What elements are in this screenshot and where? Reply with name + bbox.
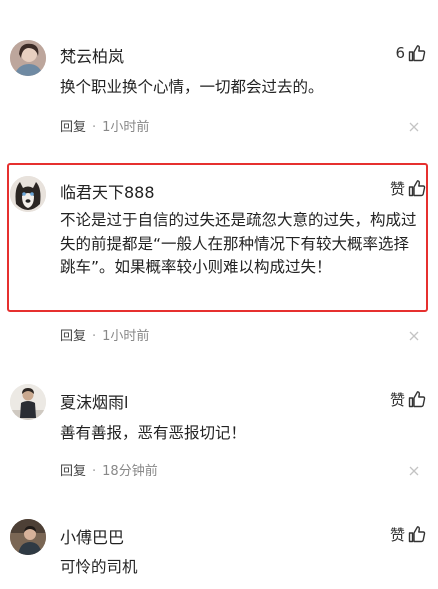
like-button[interactable]: 6 (395, 42, 426, 64)
username[interactable]: 梵云柏岚 (60, 43, 124, 67)
like-label: 赞 (389, 390, 405, 409)
avatar[interactable] (10, 519, 46, 555)
like-label: 赞 (389, 525, 405, 544)
username[interactable]: 小傅巴巴 (60, 524, 124, 548)
timestamp: 1小时前 (102, 120, 150, 135)
close-icon[interactable] (408, 462, 420, 476)
thumbs-up-icon (408, 44, 426, 62)
reply-button[interactable]: 回复 (60, 120, 86, 135)
thumbs-up-icon (408, 179, 426, 197)
comment-text: 不论是过于自信的过失还是疏忽大意的过失，构成过失的前提都是“一般人在那种情况下有… (60, 211, 417, 276)
username[interactable]: 临君天下888 (60, 179, 155, 203)
timestamp: 18分钟前 (102, 464, 158, 479)
comment-text: 可怜的司机 (60, 558, 138, 576)
comment-text: 善有善报，恶有恶报切记！ (60, 424, 247, 442)
like-label: 赞 (389, 179, 405, 198)
close-icon[interactable] (408, 327, 420, 341)
avatar[interactable] (10, 176, 46, 212)
comment-meta: 回复 · 18分钟前 (60, 460, 158, 479)
meta-separator: · (92, 120, 97, 135)
meta-separator: · (92, 329, 97, 344)
avatar[interactable] (10, 384, 46, 420)
like-count: 6 (395, 44, 405, 62)
username[interactable]: 夏沫烟雨l (60, 389, 128, 413)
avatar[interactable] (10, 40, 46, 76)
comment-meta: 回复 · 1小时前 (60, 116, 149, 135)
comment-meta: 回复 · 1小时前 (60, 325, 149, 344)
like-button[interactable]: 赞 (390, 177, 426, 199)
like-button[interactable]: 赞 (390, 523, 426, 545)
timestamp: 1小时前 (102, 329, 150, 344)
thumbs-up-icon (408, 390, 426, 408)
reply-button[interactable]: 回复 (60, 329, 86, 344)
close-icon[interactable] (408, 118, 420, 132)
meta-separator: · (92, 464, 97, 479)
comment-text: 换个职业换个心情，一切都会过去的。 (60, 78, 324, 96)
thumbs-up-icon (408, 525, 426, 543)
like-button[interactable]: 赞 (390, 388, 426, 410)
reply-button[interactable]: 回复 (60, 464, 86, 479)
